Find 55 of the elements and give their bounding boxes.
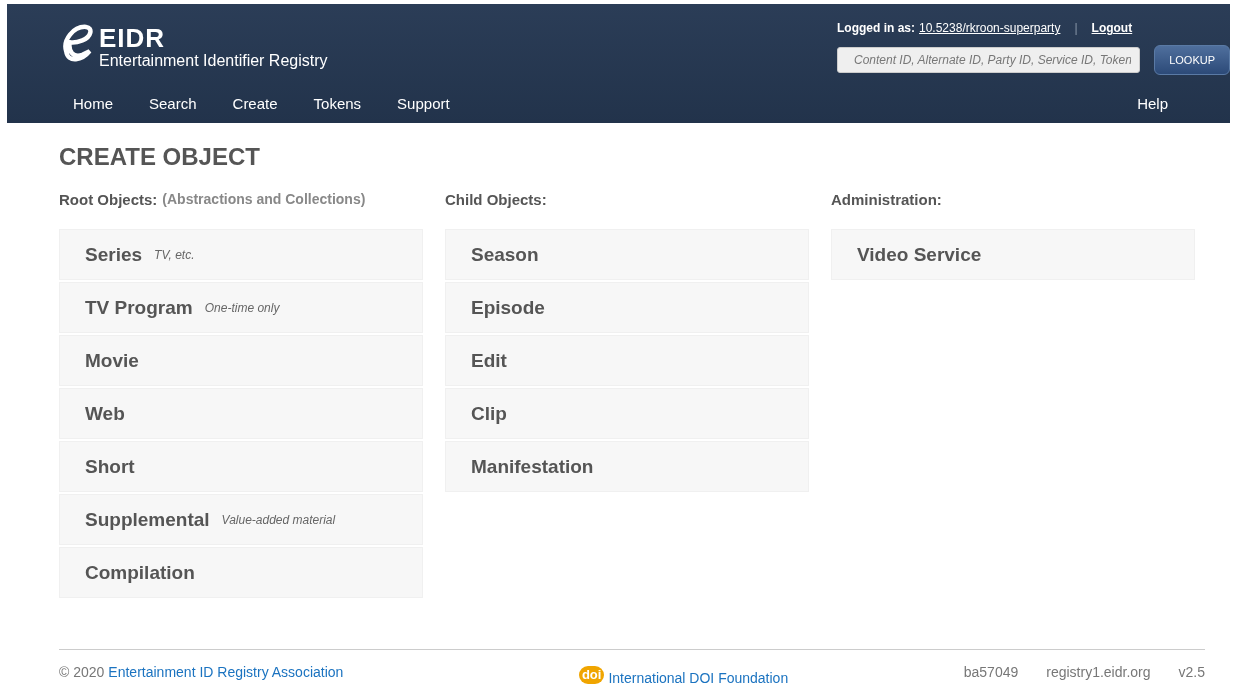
nav-link[interactable]: Tokens [313,94,362,112]
nav-link[interactable]: Create [232,94,278,112]
nav-link[interactable]: Support [397,94,450,112]
doi-link[interactable]: International DOI Foundation [608,670,789,685]
object-label: Manifestation [471,455,594,478]
logout-link[interactable]: Logout [1091,21,1133,35]
object-button[interactable]: Supplemental Value-added material [59,494,423,545]
object-button[interactable]: Movie [59,335,423,386]
separator: | [1074,21,1078,35]
build-id: ba57049 [963,664,1019,682]
object-label: Short [85,455,135,478]
column-subheading: (Abstractions and Collections) [162,191,366,209]
object-button[interactable]: Edit [445,335,809,386]
object-button[interactable]: Series TV, etc. [59,229,423,280]
logo-wordmark: EIDR [99,25,167,51]
column-heading: Child Objects: [445,191,547,210]
object-note: Value-added material [221,512,336,527]
server-name: registry1.eidr.org [1046,664,1151,682]
object-button[interactable]: Season [445,229,809,280]
object-label: Edit [471,349,507,372]
object-button[interactable]: Web [59,388,423,439]
copyright-text: © 2020 [59,664,105,682]
login-label: Logged in as: [837,21,915,35]
object-button[interactable]: TV Program One-time only [59,282,423,333]
object-button[interactable]: Clip [445,388,809,439]
object-note: TV, etc. [154,247,195,262]
object-label: Compilation [85,561,195,584]
object-label: Clip [471,402,507,425]
nav-link[interactable]: Search [149,94,197,112]
object-label: Supplemental [85,508,210,531]
object-note: One-time only [204,300,280,315]
association-link[interactable]: Entertainment ID Registry Association [108,664,344,685]
doi-logo: doi [578,666,605,684]
object-label: Episode [471,296,545,319]
object-button[interactable]: Compilation [59,547,423,598]
object-label: Season [471,243,539,266]
object-button[interactable]: Video Service [831,229,1195,280]
object-label: Movie [85,349,139,372]
version-text: v2.5 [1178,664,1205,682]
object-label: Web [85,402,125,425]
column-heading: Administration: [831,191,942,210]
object-button[interactable]: Episode [445,282,809,333]
lookup-button[interactable]: LOOKUP [1154,45,1230,75]
user-link[interactable]: 10.5238/rkroon-superparty [919,21,1061,35]
page-title: CREATE OBJECT [59,143,261,171]
column-heading: Root Objects: [59,191,158,210]
nav-link[interactable]: Home [73,94,113,112]
object-label: Series [85,243,143,266]
help-link[interactable]: Help [1137,94,1168,112]
object-button[interactable]: Manifestation [445,441,809,492]
logo-subtitle: Entertainment Identifier Registry [99,52,328,70]
object-label: TV Program [85,296,193,319]
object-label: Video Service [857,243,982,266]
lookup-field[interactable]: Content ID, Alternate ID, Party ID, Service ID, Token [837,47,1141,73]
object-button[interactable]: Short [59,441,423,492]
